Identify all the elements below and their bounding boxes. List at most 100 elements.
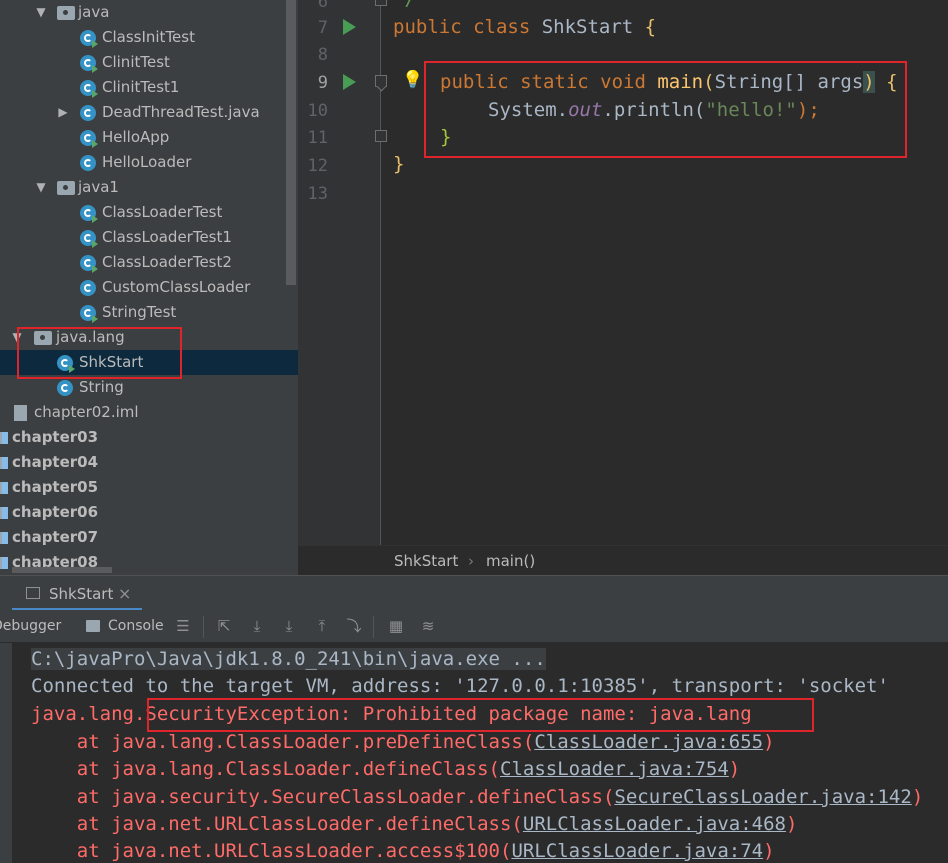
tree-item-label: ClassLoaderTest2 <box>102 253 232 271</box>
show-execution-point-icon[interactable]: ⇱ <box>216 618 232 634</box>
tree-item-shkstart[interactable]: ShkStart <box>0 350 298 375</box>
stack-trace-link[interactable]: ClassLoader.java:655 <box>534 731 763 753</box>
package-icon <box>57 6 75 20</box>
tree-item-chapter02-iml[interactable]: chapter02.iml <box>0 400 298 425</box>
editor-breadcrumb: ShkStart › main() <box>298 545 948 575</box>
tree-item-label: HelloApp <box>102 128 170 146</box>
step-into-icon[interactable]: ⤓ <box>281 618 297 634</box>
menu-icon[interactable]: ☰ <box>175 618 191 634</box>
tree-item-classinittest[interactable]: ClassInitTest <box>0 25 298 50</box>
fold-marker-icon[interactable] <box>375 0 387 6</box>
line-number: 6 <box>317 0 328 12</box>
expand-arrow-icon[interactable]: ▼ <box>10 325 24 350</box>
stack-trace-link[interactable]: URLClassLoader.java:468 <box>523 813 786 835</box>
java-class-icon <box>80 55 98 73</box>
tree-item-stringtest[interactable]: StringTest <box>0 300 298 325</box>
tree-item-java-lang[interactable]: ▼ java.lang <box>0 325 298 350</box>
run-to-cursor-icon[interactable]: ⤵ <box>346 618 362 634</box>
tree-item-label: ClinitTest1 <box>102 78 180 96</box>
line-number: 11 <box>307 128 328 148</box>
run-tab-shkstart[interactable]: ShkStart × <box>12 579 142 611</box>
java-class-icon <box>80 30 98 48</box>
tree-item-label: StringTest <box>102 303 177 321</box>
java-class-icon <box>80 155 96 171</box>
run-toolbar: Debugger Console ☰ ⇱ ⤓ ⤓ ⤒ ⤵ ▦ ≋ <box>0 610 948 643</box>
tree-item-clinittest[interactable]: ClinitTest <box>0 50 298 75</box>
tree-item-deadthreadtest[interactable]: ▶ DeadThreadTest.java <box>0 100 298 125</box>
expand-arrow-icon[interactable]: ▼ <box>34 0 48 25</box>
tree-item-label: ClinitTest <box>102 53 170 71</box>
tree-item-clinittest1[interactable]: ClinitTest1 <box>0 75 298 100</box>
step-over-icon[interactable]: ⤓ <box>249 618 265 634</box>
tree-item-label: ClassLoaderTest <box>102 203 223 221</box>
tree-vertical-scrollbar[interactable] <box>286 0 296 285</box>
module-icon <box>0 557 8 569</box>
intention-bulb-icon[interactable]: 💡 <box>402 70 423 90</box>
console-tab[interactable]: Console <box>108 618 164 634</box>
java-class-icon <box>80 280 96 296</box>
code-line-6: */ <box>393 0 416 10</box>
tree-item-classloadertest[interactable]: ClassLoaderTest <box>0 200 298 225</box>
console-line-exception: java.lang.SecurityException: Prohibited … <box>31 703 752 725</box>
stack-trace-link[interactable]: SecureClassLoader.java:142 <box>614 786 911 808</box>
tree-horizontal-scrollbar[interactable] <box>12 567 112 573</box>
tree-item-label: java.lang <box>56 328 125 346</box>
tree-item-label: ClassInitTest <box>102 28 195 46</box>
java-class-icon <box>57 355 75 373</box>
tree-item-chapter05[interactable]: chapter05 <box>0 475 298 500</box>
line-number: 10 <box>307 101 328 121</box>
tree-item-chapter03[interactable]: chapter03 <box>0 425 298 450</box>
tree-item-label: String <box>79 378 124 396</box>
tree-item-label: chapter05 <box>12 478 99 496</box>
line-number: 12 <box>307 156 328 176</box>
console-window-icon <box>26 587 40 599</box>
run-tool-tabs: ShkStart × <box>0 575 948 611</box>
breadcrumb-method[interactable]: main() <box>486 552 535 570</box>
tree-item-customclassloader[interactable]: CustomClassLoader <box>0 275 298 300</box>
debugger-tab[interactable]: Debugger <box>0 618 61 634</box>
code-line-12: } <box>393 153 405 175</box>
tree-item-chapter04[interactable]: chapter04 <box>0 450 298 475</box>
evaluate-expression-icon[interactable]: ▦ <box>388 618 404 634</box>
trace-stream-icon[interactable]: ≋ <box>420 618 436 634</box>
tree-item-label: chapter07 <box>12 528 99 546</box>
stack-trace-link[interactable]: ClassLoader.java:754 <box>500 758 729 780</box>
tree-item-string[interactable]: String <box>0 375 298 400</box>
run-tab-label: ShkStart <box>49 585 114 603</box>
line-number: 8 <box>317 45 328 65</box>
tree-item-label: chapter04 <box>12 453 99 471</box>
line-number: 7 <box>317 18 328 38</box>
tree-item-java1[interactable]: ▼ java1 <box>0 175 298 200</box>
tree-item-java[interactable]: ▼ java <box>0 0 298 25</box>
tree-item-helloloader[interactable]: HelloLoader <box>0 150 298 175</box>
tree-item-label: java <box>78 3 110 21</box>
tree-item-classloadertest1[interactable]: ClassLoaderTest1 <box>0 225 298 250</box>
run-class-icon[interactable] <box>343 19 356 35</box>
console-line-connected: Connected to the target VM, address: '12… <box>31 675 889 697</box>
expand-arrow-icon[interactable]: ▼ <box>34 175 48 200</box>
fold-marker-icon[interactable] <box>375 130 387 142</box>
java-class-icon <box>80 80 98 98</box>
iml-file-icon <box>14 405 27 421</box>
tree-item-classloadertest2[interactable]: ClassLoaderTest2 <box>0 250 298 275</box>
package-icon <box>57 181 75 195</box>
module-icon <box>0 457 8 469</box>
code-line-9: public static void main(String[] args) { <box>440 71 898 93</box>
stack-trace-link[interactable]: URLClassLoader.java:74 <box>511 840 763 862</box>
step-out-icon[interactable]: ⤒ <box>314 618 330 634</box>
java-class-icon <box>80 305 98 323</box>
close-icon[interactable]: × <box>118 584 131 603</box>
breadcrumb-class[interactable]: ShkStart <box>394 552 458 570</box>
tree-item-label: ShkStart <box>79 353 144 371</box>
expand-arrow-icon[interactable]: ▶ <box>56 100 70 125</box>
java-class-icon <box>80 105 96 121</box>
project-tree[interactable]: ▼ java ClassInitTest ClinitTest ClinitTe… <box>0 0 298 575</box>
console-stack-line: at java.net.URLClassLoader.defineClass(U… <box>31 813 798 835</box>
run-main-icon[interactable] <box>343 74 356 90</box>
tree-item-chapter06[interactable]: chapter06 <box>0 500 298 525</box>
tree-item-chapter07[interactable]: chapter07 <box>0 525 298 550</box>
fold-marker-icon[interactable] <box>375 75 387 87</box>
module-icon <box>0 532 8 544</box>
console-icon <box>86 620 100 632</box>
tree-item-helloapp[interactable]: HelloApp <box>0 125 298 150</box>
